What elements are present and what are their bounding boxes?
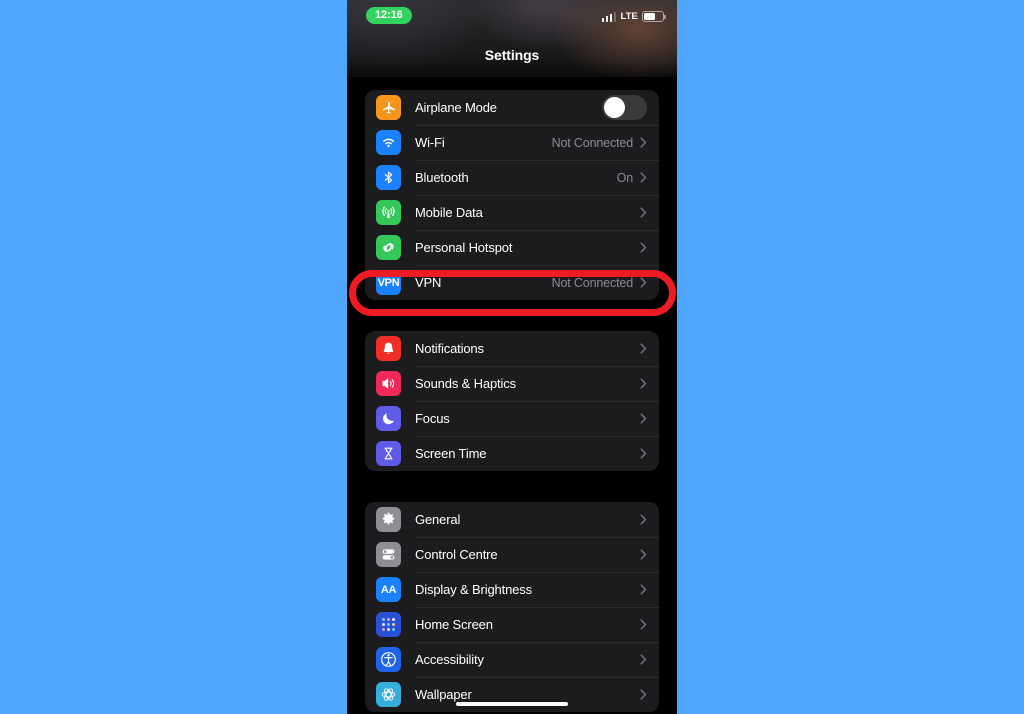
settings-row-label: Focus xyxy=(415,411,450,426)
settings-row-sounds-haptics[interactable]: Sounds & Haptics xyxy=(365,366,659,401)
settings-group-alerts: Notifications Sounds & Haptics Focus Scr… xyxy=(365,331,659,471)
chevron-right-icon xyxy=(640,619,647,630)
signal-bars-icon xyxy=(601,12,617,22)
accessibility-icon xyxy=(376,647,401,672)
vpn-icon-label: VPN xyxy=(377,276,400,289)
settings-row-wallpaper[interactable]: Wallpaper xyxy=(365,677,659,712)
home-screen-icon xyxy=(376,612,401,637)
status-bar: 12:16 LTE xyxy=(347,0,677,30)
chevron-right-icon xyxy=(640,448,647,459)
settings-row-mobile-data[interactable]: Mobile Data xyxy=(365,195,659,230)
control-centre-icon xyxy=(376,542,401,567)
settings-row-label: Wi-Fi xyxy=(415,135,445,150)
settings-row-label: Control Centre xyxy=(415,547,498,562)
settings-row-general[interactable]: General xyxy=(365,502,659,537)
chevron-right-icon xyxy=(640,343,647,354)
status-indicators: LTE xyxy=(601,10,666,23)
settings-row-accessibility[interactable]: Accessibility xyxy=(365,642,659,677)
chevron-right-icon xyxy=(640,207,647,218)
settings-row-notifications[interactable]: Notifications xyxy=(365,331,659,366)
screenshot-canvas: Settings 12:16 LTE Airplane Mode Wi-Fi N… xyxy=(0,0,1024,714)
chevron-right-icon xyxy=(640,137,647,148)
chevron-right-icon xyxy=(640,514,647,525)
settings-row-airplane-mode[interactable]: Airplane Mode xyxy=(365,90,659,125)
chevron-right-icon xyxy=(640,689,647,700)
settings-row-label: Accessibility xyxy=(415,652,484,667)
settings-row-label: VPN xyxy=(415,275,442,290)
gear-icon xyxy=(376,507,401,532)
chevron-right-icon xyxy=(640,242,647,253)
bell-icon xyxy=(376,336,401,361)
settings-row-personal-hotspot[interactable]: Personal Hotspot xyxy=(365,230,659,265)
settings-row-label: Sounds & Haptics xyxy=(415,376,516,391)
settings-group-system: General Control Centre AA Display & Brig… xyxy=(365,502,659,712)
settings-row-label: Display & Brightness xyxy=(415,582,532,597)
chevron-right-icon xyxy=(640,172,647,183)
chevron-right-icon xyxy=(640,277,647,288)
phone-screen: Settings 12:16 LTE Airplane Mode Wi-Fi N… xyxy=(347,0,677,714)
settings-row-label: General xyxy=(415,512,461,527)
settings-row-value: On xyxy=(616,170,634,185)
home-indicator xyxy=(456,702,568,706)
hourglass-icon xyxy=(376,441,401,466)
settings-row-value: Not Connected xyxy=(551,135,634,150)
settings-row-home-screen[interactable]: Home Screen xyxy=(365,607,659,642)
settings-group-connectivity: Airplane Mode Wi-Fi Not Connected Blueto… xyxy=(365,90,659,300)
chevron-right-icon xyxy=(640,413,647,424)
airplane-mode-toggle[interactable] xyxy=(602,95,647,120)
settings-row-focus[interactable]: Focus xyxy=(365,401,659,436)
hotspot-link-icon xyxy=(376,235,401,260)
settings-row-label: Bluetooth xyxy=(415,170,469,185)
airplane-icon xyxy=(376,95,401,120)
display-brightness-icon: AA xyxy=(376,577,401,602)
settings-row-label: Airplane Mode xyxy=(415,100,497,115)
settings-row-control-centre[interactable]: Control Centre xyxy=(365,537,659,572)
bluetooth-icon xyxy=(376,165,401,190)
moon-icon xyxy=(376,406,401,431)
settings-row-vpn[interactable]: VPN VPN Not Connected xyxy=(365,265,659,300)
settings-row-label: Home Screen xyxy=(415,617,493,632)
chevron-right-icon xyxy=(640,549,647,560)
settings-row-label: Screen Time xyxy=(415,446,487,461)
settings-list[interactable]: Airplane Mode Wi-Fi Not Connected Blueto… xyxy=(347,77,677,714)
wallpaper-icon xyxy=(376,682,401,707)
settings-row-label: Wallpaper xyxy=(415,687,472,702)
settings-row-bluetooth[interactable]: Bluetooth On xyxy=(365,160,659,195)
settings-row-value: Not Connected xyxy=(551,275,634,290)
carrier-label: LTE xyxy=(620,11,638,22)
settings-row-wi-fi[interactable]: Wi-Fi Not Connected xyxy=(365,125,659,160)
battery-icon xyxy=(642,11,666,22)
aa-icon-label: AA xyxy=(380,583,397,596)
speaker-icon xyxy=(376,371,401,396)
status-time-pill: 12:16 xyxy=(366,7,412,24)
settings-row-display-brightness[interactable]: AA Display & Brightness xyxy=(365,572,659,607)
vpn-icon: VPN xyxy=(376,270,401,295)
chevron-right-icon xyxy=(640,584,647,595)
chevron-right-icon xyxy=(640,378,647,389)
settings-row-label: Personal Hotspot xyxy=(415,240,513,255)
page-title: Settings xyxy=(484,47,540,63)
chevron-right-icon xyxy=(640,654,647,665)
settings-row-label: Mobile Data xyxy=(415,205,483,220)
mobile-data-icon xyxy=(376,200,401,225)
wifi-icon xyxy=(376,130,401,155)
settings-row-screen-time[interactable]: Screen Time xyxy=(365,436,659,471)
settings-row-label: Notifications xyxy=(415,341,484,356)
